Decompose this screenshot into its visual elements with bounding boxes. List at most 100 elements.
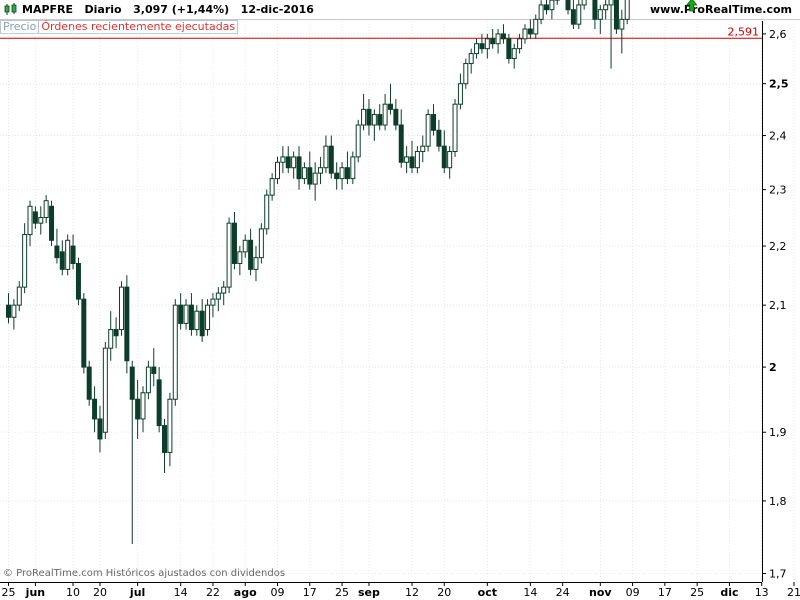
- candle-body: [285, 156, 291, 169]
- candle-body: [221, 286, 227, 294]
- x-tick-label: jun: [25, 586, 45, 599]
- candle-body: [16, 286, 22, 306]
- y-tick-label: 1,8: [769, 495, 787, 508]
- candle-body: [70, 245, 76, 264]
- candles: [6, 0, 630, 544]
- candle-body: [468, 53, 474, 65]
- candle-body: [172, 304, 178, 400]
- candle-body: [205, 304, 211, 331]
- candle-body: [619, 18, 625, 30]
- candle-body: [581, 0, 587, 6]
- candle-body: [215, 292, 221, 300]
- candle-body: [231, 222, 237, 264]
- candle-body: [624, 0, 630, 20]
- x-tick-label: 13: [755, 586, 769, 599]
- candle-body: [301, 167, 307, 180]
- y-tick-label: 2,5: [769, 78, 789, 91]
- candle-body: [291, 156, 297, 169]
- candle-body: [253, 257, 259, 270]
- candle-body: [27, 205, 33, 236]
- candle-body: [592, 0, 598, 20]
- candle-body: [549, 0, 555, 11]
- x-tick-label: ago: [234, 586, 257, 599]
- candle-body: [500, 33, 506, 40]
- x-tick-label: 22: [206, 586, 220, 599]
- candle-body: [264, 194, 270, 230]
- y-tick-label: 2,2: [769, 240, 787, 253]
- candle-body: [38, 217, 44, 224]
- candle-body: [183, 304, 189, 324]
- candle-body: [463, 63, 469, 85]
- candle-body: [307, 167, 313, 185]
- x-tick-label: jul: [129, 586, 145, 599]
- candle-body: [167, 398, 173, 453]
- x-tick-label: 14: [174, 586, 188, 599]
- candle-body: [344, 167, 350, 180]
- y-tick-label: 2,4: [769, 130, 787, 143]
- candle-body: [145, 366, 151, 394]
- candle-body: [86, 366, 92, 400]
- candle-body: [538, 4, 544, 20]
- x-tick-label: 14: [523, 586, 537, 599]
- candle-body: [603, 4, 609, 11]
- candle-body: [393, 108, 399, 126]
- candle-body: [275, 161, 280, 180]
- candle-body: [49, 205, 55, 241]
- candle-body: [22, 234, 28, 288]
- candle-body: [436, 129, 442, 147]
- x-tick-label: 17: [303, 586, 317, 599]
- buy-arrows: [685, 0, 698, 12]
- x-tick-label: 25: [335, 586, 349, 599]
- y-tick-label: 2: [769, 361, 777, 374]
- candle-body: [97, 418, 103, 440]
- y-tick-label: 2,3: [769, 184, 787, 197]
- x-tick-label: 25: [690, 586, 704, 599]
- candle-body: [269, 178, 275, 196]
- candle-body: [608, 0, 614, 6]
- price-chart[interactable]: 3,0522,8432,7282,591 1,7 1,8 1,9 2 2,1 2,2 2,3…: [0, 0, 800, 600]
- candle-body: [544, 4, 549, 11]
- candle-body: [613, 0, 619, 30]
- x-tick-label: 12: [405, 586, 419, 599]
- y-tick-label: 1,7: [769, 568, 787, 581]
- candle-body: [490, 38, 496, 45]
- x-tick-label: sep: [358, 586, 380, 599]
- candle-body: [151, 366, 157, 374]
- candle-body: [328, 145, 334, 174]
- candle-body: [318, 167, 324, 174]
- candle-body: [474, 43, 480, 55]
- candle-body: [199, 310, 205, 337]
- candle-body: [565, 0, 571, 11]
- candle-body: [457, 83, 463, 105]
- candle-body: [32, 211, 38, 224]
- candle-body: [447, 151, 453, 169]
- support-lines: 3,0522,8432,7282,591: [0, 25, 762, 39]
- candle-body: [479, 43, 485, 50]
- candle-body: [102, 347, 108, 433]
- x-tick-label: 20: [93, 586, 107, 599]
- candle-body: [404, 156, 410, 163]
- candle-body: [210, 298, 216, 306]
- candle-body: [135, 398, 141, 420]
- candle-body: [409, 156, 415, 169]
- candle-body: [124, 286, 130, 362]
- candle-body: [129, 366, 135, 400]
- candle-body: [162, 425, 168, 453]
- candle-body: [366, 108, 372, 126]
- candle-body: [350, 156, 356, 180]
- candle-body: [323, 145, 329, 169]
- candle-body: [75, 262, 81, 300]
- x-tick-label: 25: [2, 586, 16, 599]
- candle-body: [377, 114, 383, 126]
- candle-body: [382, 103, 388, 126]
- candle-body: [280, 156, 286, 163]
- candle-body: [371, 114, 377, 126]
- candle-body: [92, 398, 98, 420]
- y-tick-label: 2,1: [769, 299, 787, 312]
- x-tick-label: 20: [437, 586, 451, 599]
- candle-body: [334, 172, 340, 180]
- candle-body: [312, 172, 318, 185]
- candle-body: [452, 103, 458, 153]
- x-tick-label: 21: [787, 586, 800, 599]
- candle-body: [118, 286, 124, 331]
